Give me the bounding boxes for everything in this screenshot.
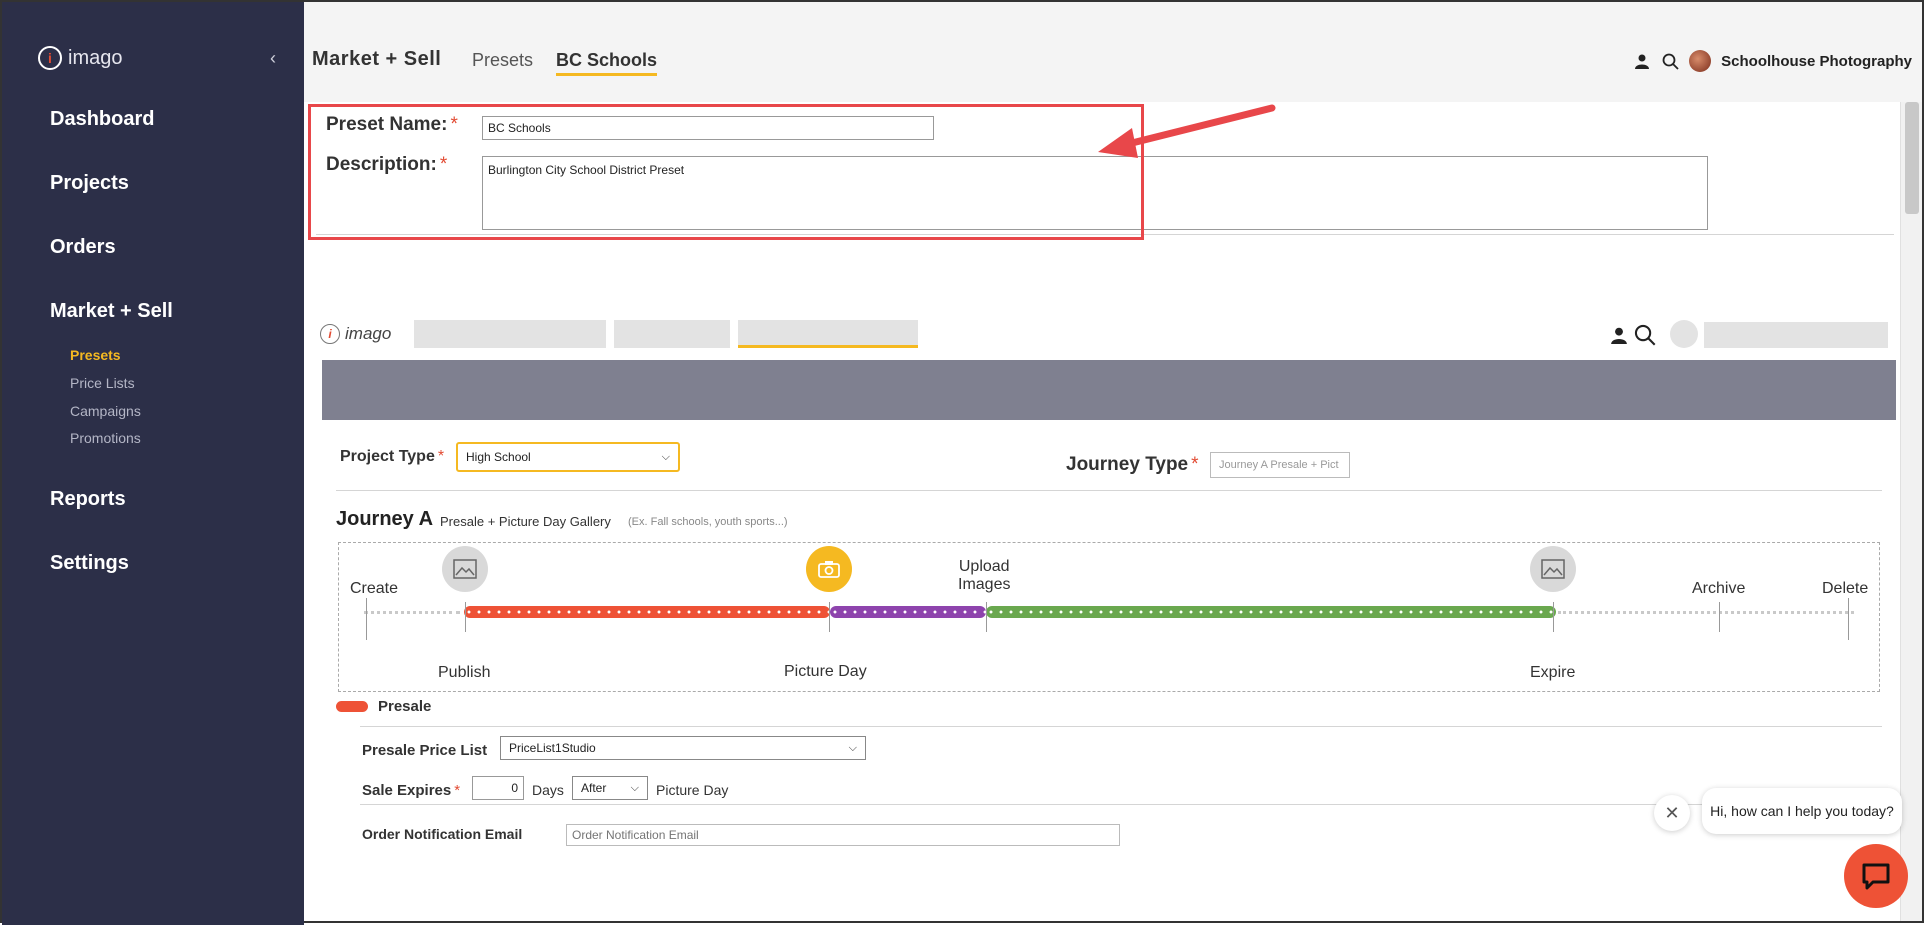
chat-launcher-button[interactable] (1844, 844, 1908, 908)
preview-avatar-placeholder (1670, 320, 1698, 348)
project-type-label: Project Type * (340, 448, 445, 465)
top-bar: Market + Sell Presets BC Schools Schoolh… (304, 2, 1922, 102)
preview-nav-placeholder-1 (414, 320, 606, 348)
preview-imago-logo-icon: i (320, 324, 340, 344)
timeline-picture-day: Picture Day (784, 663, 867, 680)
imago-logo-icon: i (38, 46, 62, 70)
tick-delete (1848, 598, 1849, 640)
after-value: After (581, 781, 607, 795)
timeline-expire: Expire (1530, 664, 1576, 681)
presale-price-list-select[interactable]: PriceList1Studio ⌵ (500, 736, 866, 760)
picture-day-segment (830, 606, 986, 618)
nav-promotions[interactable]: Promotions (70, 430, 141, 446)
annotation-arrow-icon (1098, 104, 1276, 158)
breadcrumb-presets[interactable]: Presets (472, 50, 533, 71)
nav-campaigns[interactable]: Campaigns (70, 403, 141, 419)
sale-expires-label: Sale Expires * (362, 782, 461, 799)
journey-type-label: Journey Type * (1066, 454, 1199, 475)
chat-bubble-icon (1862, 863, 1890, 890)
project-type-select[interactable]: High School ⌵ (456, 442, 680, 472)
chat-close-icon[interactable]: ✕ (1654, 795, 1690, 831)
timeline-post-dots (1558, 611, 1854, 614)
chevron-down-icon: ⌵ (630, 781, 639, 794)
tick-publish (465, 602, 466, 632)
timeline-create: Create (350, 580, 399, 597)
presale-divider (360, 726, 1882, 727)
preview-divider-1 (336, 490, 1882, 491)
sidebar: i imago ‹ Dashboard Projects Orders Mark… (2, 2, 304, 925)
avatar[interactable] (1689, 50, 1712, 72)
preview-banner (322, 360, 1896, 420)
preview-nav-placeholder-active (738, 320, 918, 348)
journey-type-select[interactable]: Journey A Presale + Pict (1210, 452, 1350, 478)
nav-settings[interactable]: Settings (50, 552, 129, 575)
nav-market-sell[interactable]: Market + Sell (50, 300, 173, 323)
preview-logo-text: imago (345, 324, 392, 343)
project-type-value: High School (466, 450, 531, 464)
preview-user-icon (1611, 327, 1627, 344)
app-logo[interactable]: i imago (38, 46, 122, 70)
timeline-archive: Archive (1692, 580, 1746, 597)
journey-example: (Ex. Fall schools, youth sports...) (628, 516, 788, 528)
nav-reports[interactable]: Reports (50, 488, 126, 511)
collapse-sidebar-icon[interactable]: ‹ (270, 48, 276, 69)
preview-account-placeholder (1704, 322, 1888, 348)
preset-name-input[interactable] (482, 116, 934, 140)
sale-expires-relation-select[interactable]: After ⌵ (572, 776, 648, 800)
tick-archive (1719, 602, 1720, 632)
tick-upload (986, 602, 987, 632)
tick-expire (1553, 602, 1554, 632)
search-icon[interactable] (1661, 52, 1679, 70)
picture-day-camera-icon (806, 546, 852, 592)
nav-orders[interactable]: Orders (50, 236, 116, 259)
publish-gallery-icon (442, 546, 488, 592)
presale-segment (464, 606, 830, 618)
presale-price-list-label: Presale Price List (362, 742, 488, 759)
presale-legend-pill (336, 701, 368, 712)
presale-section-label: Presale (378, 698, 432, 715)
form-divider (316, 234, 1894, 235)
timeline-pre-dots (364, 611, 460, 614)
preview-logo: i imago (320, 324, 391, 344)
scrollbar-thumb[interactable] (1905, 102, 1919, 214)
order-email-input[interactable] (566, 824, 1120, 846)
expire-gallery-icon (1530, 546, 1576, 592)
sale-expires-picture-day: Picture Day (656, 782, 729, 798)
tick-create (366, 598, 367, 640)
chevron-down-icon: ⌵ (848, 741, 857, 754)
description-label: Description: * (326, 154, 448, 175)
account-name[interactable]: Schoolhouse Photography (1721, 53, 1912, 70)
timeline-publish: Publish (438, 664, 491, 681)
journey-subtitle: Presale + Picture Day Gallery (440, 514, 611, 529)
scrollbar[interactable] (1900, 102, 1922, 921)
nav-dashboard[interactable]: Dashboard (50, 108, 154, 131)
order-email-label: Order Notification Email (362, 826, 523, 842)
description-textarea[interactable]: Burlington City School District Preset (482, 156, 1708, 230)
gallery-segment (986, 606, 1556, 618)
account-area: Schoolhouse Photography (1633, 50, 1912, 72)
presale-price-list-value: PriceList1Studio (509, 741, 596, 755)
nav-projects[interactable]: Projects (50, 172, 129, 195)
user-icon[interactable] (1633, 52, 1651, 70)
sale-expires-days-input[interactable] (472, 776, 524, 800)
nav-presets[interactable]: Presets (70, 347, 121, 363)
logo-text: imago (68, 46, 123, 69)
timeline-upload-images: Upload Images (958, 558, 1011, 593)
email-divider (360, 804, 1882, 805)
preview-nav-placeholder-2 (614, 320, 730, 348)
preview-search-icon (1634, 324, 1656, 346)
days-label: Days (532, 782, 564, 798)
breadcrumb-bc-schools[interactable]: BC Schools (556, 50, 658, 76)
timeline-delete: Delete (1822, 580, 1869, 597)
nav-price-lists[interactable]: Price Lists (70, 375, 135, 391)
breadcrumb-section: Market + Sell (312, 48, 442, 70)
chevron-down-icon: ⌵ (661, 450, 670, 463)
chat-greeting-bubble[interactable]: Hi, how can I help you today? (1702, 788, 1902, 834)
preset-name-label: Preset Name: * (326, 114, 458, 135)
journey-title: Journey A (336, 508, 434, 530)
tick-picture-day (829, 602, 830, 632)
